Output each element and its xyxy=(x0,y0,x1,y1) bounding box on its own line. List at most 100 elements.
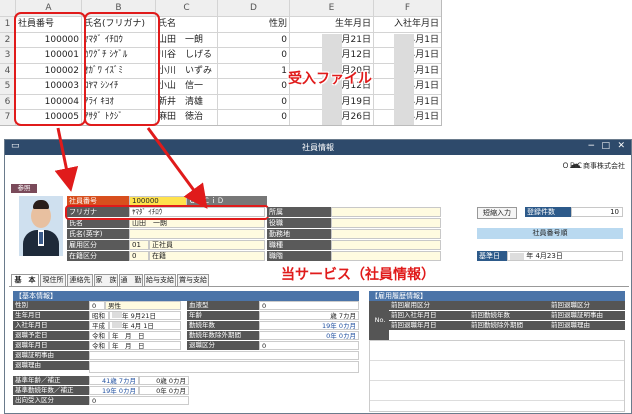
cert-input[interactable] xyxy=(89,351,359,360)
status-value: 在籍 xyxy=(149,251,265,261)
header-cell[interactable]: 入社年月日 xyxy=(374,17,441,33)
history-col-4: 前回退職年月日 xyxy=(389,321,469,330)
header-cell[interactable]: 性別 xyxy=(218,17,290,33)
base-date-value: 年 4月23日 xyxy=(526,252,563,260)
window-title: 社員情報 xyxy=(302,143,334,152)
status-label: 在籍区分 xyxy=(67,251,129,261)
retire-plan-label: 退職予定日 xyxy=(13,331,89,340)
employment-value: 正社員 xyxy=(149,240,265,250)
retire-label: 退職年月日 xyxy=(13,341,89,350)
highlight-employee-no xyxy=(14,12,86,126)
maximize-button[interactable]: □ xyxy=(601,141,610,151)
tenure-value: 19年 0カ月 xyxy=(259,321,359,330)
base-date-input[interactable]: 年 4月23日 xyxy=(507,251,623,261)
tab-5[interactable]: 給与支給 xyxy=(144,274,176,286)
data-cell[interactable]: 小川 いずみ xyxy=(156,63,218,79)
history-col-5: 前回勤続除外期間 xyxy=(469,321,549,330)
data-cell[interactable]: 小山 信一 xyxy=(156,79,218,95)
role-input[interactable] xyxy=(331,218,441,228)
minimize-button[interactable]: − xyxy=(587,141,595,151)
col-header-e[interactable]: E xyxy=(290,0,374,17)
base-date-label: 基準日 xyxy=(477,251,507,261)
birth-value[interactable]: 年 9月21日 xyxy=(109,311,181,320)
hire-date-text: 年 4月 1日 xyxy=(122,322,154,330)
base-age-value: 41歳 7カ月 xyxy=(89,376,139,385)
history-grid[interactable] xyxy=(369,340,625,412)
count-label: 登録件数 xyxy=(525,207,571,217)
birth-era[interactable]: 昭和 xyxy=(89,311,109,320)
redacted-year xyxy=(112,312,122,318)
grade-label: 職階 xyxy=(267,251,331,261)
employee-photo xyxy=(19,196,63,256)
close-button[interactable]: ✕ xyxy=(617,141,625,151)
work-label: 勤務地 xyxy=(267,229,331,239)
service-callout: 当サービス（社員情報） xyxy=(281,267,435,283)
birth-date-text: 年 9月21日 xyxy=(122,312,156,320)
tab-3[interactable]: 家 族 xyxy=(94,274,118,286)
hire-value[interactable]: 年 4月 1日 xyxy=(109,321,181,330)
highlight-furigana xyxy=(84,12,160,126)
col-header-c[interactable]: C xyxy=(156,0,218,17)
status-code[interactable]: 0 xyxy=(129,251,149,261)
work-input[interactable] xyxy=(331,229,441,239)
data-cell[interactable]: 川谷 しげる xyxy=(156,48,218,64)
history-col-3: 前回勤続年数 xyxy=(469,311,549,320)
hire-era[interactable]: 平成 xyxy=(89,321,109,330)
col-header-f[interactable]: F xyxy=(374,0,441,17)
redacted-year xyxy=(510,252,524,260)
retire-era[interactable]: 令和 xyxy=(89,341,109,350)
highlight-furigana-field xyxy=(65,205,269,220)
data-cell[interactable]: 0 xyxy=(218,48,290,64)
blood-label: 血液型 xyxy=(187,301,259,310)
company-name: ＯＢＣ商事株式会社 xyxy=(562,162,625,170)
data-cell[interactable]: 0 xyxy=(218,32,290,48)
history-col-7: 前回退職証明事由 xyxy=(549,311,625,320)
header-cell[interactable]: 生年月日 xyxy=(290,17,374,33)
retire-type-code[interactable]: 0 xyxy=(259,341,359,350)
reason-label: 退職理由 xyxy=(13,361,89,370)
data-cell[interactable]: 0 xyxy=(218,79,290,95)
data-cell[interactable]: 0 xyxy=(218,110,290,125)
data-cell[interactable]: 1 xyxy=(218,63,290,79)
tab-1[interactable]: 現住所 xyxy=(40,274,66,286)
job-input[interactable] xyxy=(331,240,441,250)
dispatch-code[interactable]: 0 xyxy=(89,396,189,405)
tab-4[interactable]: 通 勤 xyxy=(119,274,143,286)
history-header: 【雇用履歴情報】 xyxy=(369,291,625,301)
hire-label: 入社年月日 xyxy=(13,321,89,330)
age-label: 年齢 xyxy=(187,311,259,320)
redacted-year xyxy=(112,322,122,328)
blood-code[interactable]: 0 xyxy=(259,301,359,310)
mode-badge: 参照 xyxy=(11,184,37,193)
retire-plan-era[interactable]: 令和 xyxy=(89,331,109,340)
data-cell[interactable]: 0 xyxy=(218,94,290,110)
corner-cell xyxy=(0,0,16,17)
dept-label: 所属 xyxy=(267,207,331,217)
title-bar: ▭ 社員情報 − □ ✕ xyxy=(5,140,631,155)
tab-divider xyxy=(9,286,629,287)
short-input-button[interactable]: 短縮入力 xyxy=(477,207,517,219)
sort-order-button[interactable]: 社員番号順 xyxy=(477,228,623,239)
data-cell[interactable]: 新井 清雄 xyxy=(156,94,218,110)
gender-label: 性別 xyxy=(13,301,89,310)
grade-input[interactable] xyxy=(331,251,441,261)
base-tenure-adj[interactable]: 0年 0カ月 xyxy=(139,386,189,395)
dept-input[interactable] xyxy=(331,207,441,217)
tab-2[interactable]: 連絡先 xyxy=(67,274,93,286)
tab-6[interactable]: 賞与支給 xyxy=(177,274,209,286)
count-value: 10 xyxy=(571,207,623,217)
data-cell[interactable]: 山田 一朗 xyxy=(156,32,218,48)
employment-code[interactable]: 01 xyxy=(129,240,149,250)
retire-plan-value[interactable]: 年 月 日 xyxy=(109,331,181,340)
gender-value: 男性 xyxy=(105,301,181,310)
tab-0[interactable]: 基 本 xyxy=(11,274,39,286)
reason-input[interactable] xyxy=(89,361,359,373)
data-cell[interactable]: 麻田 徳治 xyxy=(156,110,218,125)
gender-code[interactable]: 0 xyxy=(89,301,105,310)
header-cell[interactable]: 氏名 xyxy=(156,17,218,33)
col-header-d[interactable]: D xyxy=(218,0,290,17)
retire-value[interactable]: 年 月 日 xyxy=(109,341,181,350)
redacted-year xyxy=(394,34,414,125)
name-en-input[interactable] xyxy=(129,229,265,239)
base-age-adj[interactable]: 0歳 0カ月 xyxy=(139,376,189,385)
